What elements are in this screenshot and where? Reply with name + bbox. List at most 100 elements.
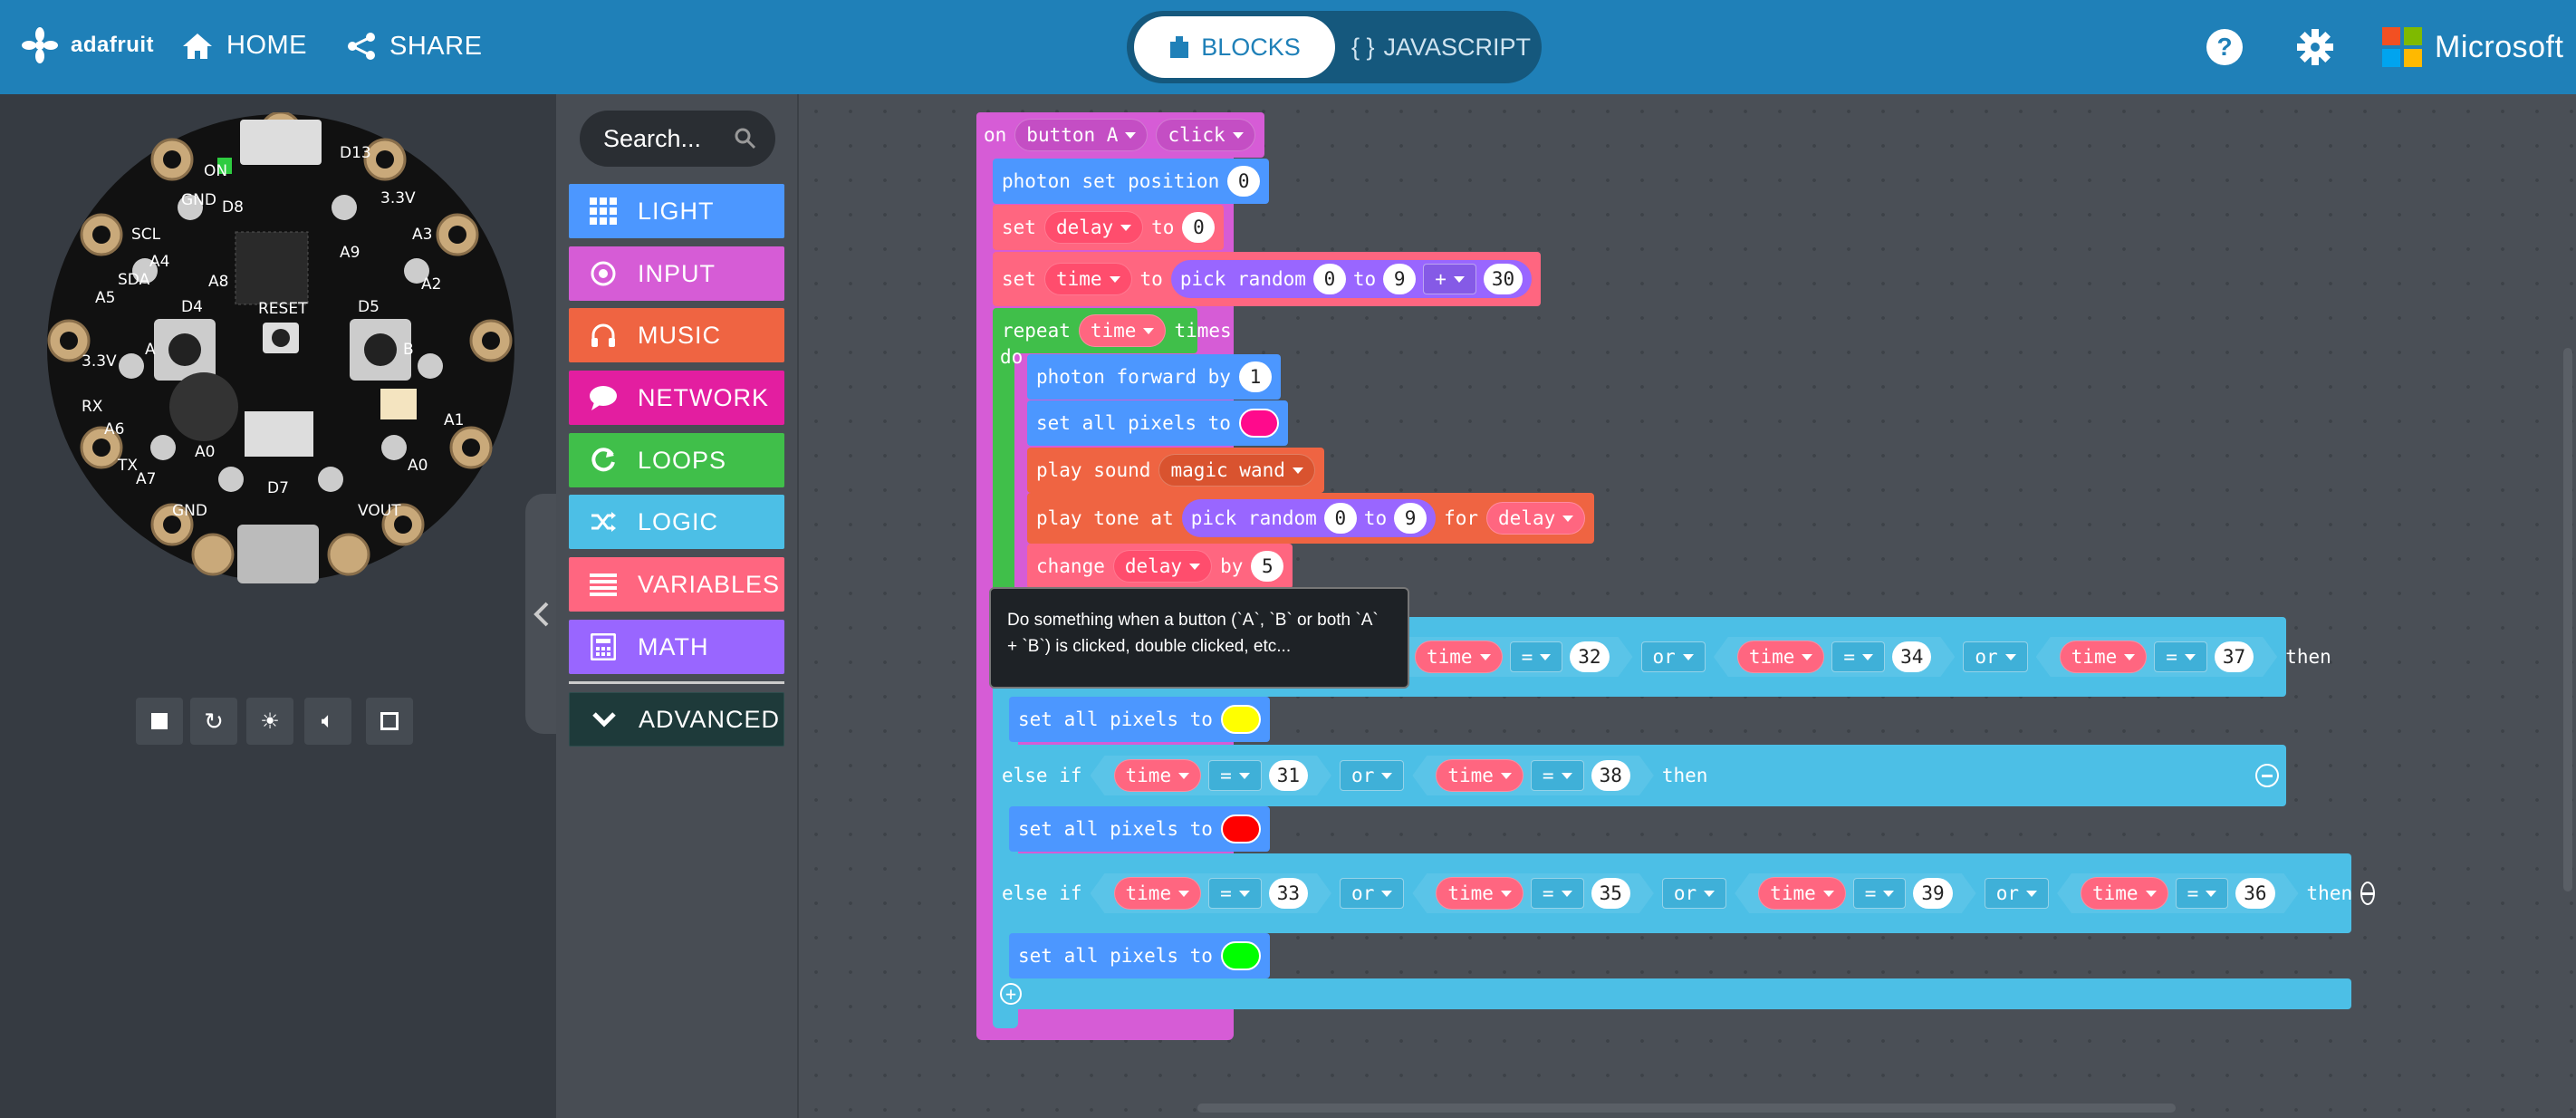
number-input[interactable]: 9 bbox=[1383, 264, 1417, 294]
or-dropdown[interactable]: or bbox=[1661, 878, 1727, 909]
variable-dropdown[interactable]: time bbox=[1415, 641, 1503, 673]
play-tone-block[interactable]: play tone at pick random 0 to 9 for dela… bbox=[1027, 493, 1595, 544]
variable-dropdown[interactable]: time bbox=[1436, 759, 1523, 792]
home-button[interactable]: HOME bbox=[181, 31, 307, 61]
else-if-row-1[interactable]: else if time = 31 or time = 38 then bbox=[993, 745, 2286, 806]
operator-dropdown[interactable]: = bbox=[1853, 878, 1907, 909]
microsoft-logo[interactable]: Microsoft bbox=[2382, 27, 2563, 67]
or-dropdown[interactable]: or bbox=[1640, 641, 1706, 672]
tab-javascript[interactable]: { } JAVASCRIPT bbox=[1348, 16, 1534, 78]
sound-button[interactable]: 🔈︎ bbox=[304, 698, 351, 745]
on-button-header[interactable]: on button A click bbox=[976, 112, 1264, 158]
set-all-pixels-block[interactable]: set all pixels to bbox=[1009, 806, 1270, 852]
compare-block[interactable]: time = 34 bbox=[1714, 637, 1956, 677]
set-all-pixels-block[interactable]: set all pixels to bbox=[1027, 400, 1288, 446]
compare-block[interactable]: time = 31 bbox=[1091, 756, 1332, 795]
variable-dropdown[interactable]: delay bbox=[1112, 550, 1213, 583]
else-if-row-2[interactable]: else if time = 33 or time = 35 or time = 39 or… bbox=[993, 853, 2376, 933]
number-input[interactable]: 34 bbox=[1892, 641, 1931, 672]
event-dropdown[interactable]: click bbox=[1156, 119, 1255, 151]
search-input[interactable]: Search... bbox=[580, 111, 775, 167]
number-input[interactable]: 9 bbox=[1394, 503, 1427, 534]
number-input[interactable]: 0 bbox=[1227, 166, 1261, 197]
play-sound-block[interactable]: play sound magic wand bbox=[1027, 448, 1324, 493]
compare-block[interactable]: time = 36 bbox=[2057, 873, 2299, 913]
photon-forward-block[interactable]: photon forward by 1 bbox=[1027, 354, 1281, 400]
color-swatch-red[interactable] bbox=[1220, 814, 1261, 843]
compare-block[interactable]: time = 32 bbox=[1391, 637, 1633, 677]
horizontal-scrollbar[interactable] bbox=[1197, 1104, 2176, 1113]
compare-block[interactable]: time = 37 bbox=[2036, 637, 2278, 677]
pick-random-block[interactable]: pick random 0 to 9 bbox=[1181, 499, 1437, 537]
number-input[interactable]: 38 bbox=[1591, 760, 1630, 791]
color-swatch-green[interactable] bbox=[1220, 941, 1261, 970]
remove-else-if-icon[interactable] bbox=[2360, 882, 2376, 905]
tab-blocks[interactable]: BLOCKS bbox=[1134, 16, 1335, 78]
variable-dropdown[interactable]: time bbox=[1078, 314, 1167, 347]
category-math[interactable]: MATH bbox=[569, 620, 784, 674]
or-dropdown[interactable]: or bbox=[1963, 641, 2028, 672]
number-input[interactable]: 0 bbox=[1323, 503, 1357, 534]
restart-button[interactable]: ↻ bbox=[190, 698, 237, 745]
or-dropdown[interactable]: or bbox=[1340, 878, 1405, 909]
pick-random-block[interactable]: pick random 0 to 9 + 30 bbox=[1170, 260, 1533, 298]
category-advanced[interactable]: ADVANCED bbox=[569, 692, 784, 747]
number-input[interactable]: 31 bbox=[1269, 760, 1308, 791]
number-input[interactable]: 30 bbox=[1483, 264, 1523, 294]
operator-dropdown[interactable]: = bbox=[1208, 760, 1262, 791]
number-input[interactable]: 37 bbox=[2215, 641, 2254, 672]
number-input[interactable]: 5 bbox=[1251, 551, 1284, 582]
sound-dropdown[interactable]: magic wand bbox=[1158, 454, 1315, 487]
blocks-workspace[interactable]: on button A click photon set position 0 … bbox=[799, 94, 2576, 1118]
number-input[interactable]: 36 bbox=[2235, 878, 2274, 909]
button-dropdown[interactable]: button A bbox=[1014, 119, 1149, 151]
variable-dropdown[interactable]: time bbox=[1758, 877, 1846, 910]
gear-icon[interactable] bbox=[2295, 27, 2335, 72]
category-loops[interactable]: LOOPS bbox=[569, 433, 784, 487]
adafruit-logo[interactable]: adafruit bbox=[22, 27, 154, 63]
operator-dropdown[interactable]: = bbox=[2154, 641, 2207, 672]
number-input[interactable]: 0 bbox=[1312, 264, 1346, 294]
category-light[interactable]: LIGHT bbox=[569, 184, 784, 238]
operator-dropdown[interactable]: + bbox=[1423, 264, 1476, 294]
change-delay-block[interactable]: change delay by 5 bbox=[1027, 544, 1293, 589]
operator-dropdown[interactable]: = bbox=[2176, 878, 2229, 909]
set-all-pixels-block[interactable]: set all pixels to bbox=[1009, 933, 1270, 978]
operator-dropdown[interactable]: = bbox=[1531, 878, 1584, 909]
set-delay-block[interactable]: set delay to 0 bbox=[993, 205, 1225, 250]
variable-dropdown[interactable]: time bbox=[1043, 263, 1132, 295]
variable-dropdown[interactable]: delay bbox=[1043, 211, 1144, 244]
photon-set-position-block[interactable]: photon set position 0 bbox=[993, 159, 1270, 204]
or-dropdown[interactable]: or bbox=[1340, 760, 1405, 791]
operator-dropdown[interactable]: = bbox=[1531, 760, 1584, 791]
circuit-playground-board[interactable]: GND D13 3.3V A3 A2 SCL SDAA4 A5 3.3V RXA6 A7TX G… bbox=[45, 112, 516, 583]
collapse-simulator-handle[interactable] bbox=[525, 494, 558, 734]
vertical-scrollbar[interactable] bbox=[2563, 348, 2572, 892]
category-logic[interactable]: LOGIC bbox=[569, 495, 784, 549]
variable-dropdown[interactable]: time bbox=[1114, 877, 1202, 910]
number-input[interactable]: 33 bbox=[1269, 878, 1308, 909]
variable-dropdown[interactable]: time bbox=[2060, 641, 2148, 673]
category-input[interactable]: INPUT bbox=[569, 246, 784, 301]
number-input[interactable]: 39 bbox=[1913, 878, 1952, 909]
category-music[interactable]: MUSIC bbox=[569, 308, 784, 362]
compare-block[interactable]: time = 38 bbox=[1412, 756, 1654, 795]
category-variables[interactable]: VARIABLES bbox=[569, 557, 784, 612]
add-else-if-icon[interactable]: + bbox=[1000, 983, 1022, 1005]
number-input[interactable]: 0 bbox=[1182, 212, 1216, 243]
or-dropdown[interactable]: or bbox=[1984, 878, 2049, 909]
operator-dropdown[interactable]: = bbox=[1510, 641, 1563, 672]
color-swatch-yellow[interactable] bbox=[1220, 705, 1261, 734]
debug-button[interactable]: ☀ bbox=[246, 698, 293, 745]
variable-dropdown[interactable]: time bbox=[1436, 877, 1523, 910]
variable-dropdown[interactable]: time bbox=[1114, 759, 1202, 792]
fullscreen-button[interactable] bbox=[366, 698, 413, 745]
help-icon[interactable]: ? bbox=[2206, 29, 2243, 65]
number-input[interactable]: 32 bbox=[1570, 641, 1609, 672]
number-input[interactable]: 1 bbox=[1238, 361, 1272, 392]
compare-block[interactable]: time = 35 bbox=[1412, 873, 1654, 913]
compare-block[interactable]: time = 39 bbox=[1735, 873, 1976, 913]
operator-dropdown[interactable]: = bbox=[1831, 641, 1885, 672]
operator-dropdown[interactable]: = bbox=[1208, 878, 1262, 909]
variable-dropdown[interactable]: time bbox=[1737, 641, 1825, 673]
